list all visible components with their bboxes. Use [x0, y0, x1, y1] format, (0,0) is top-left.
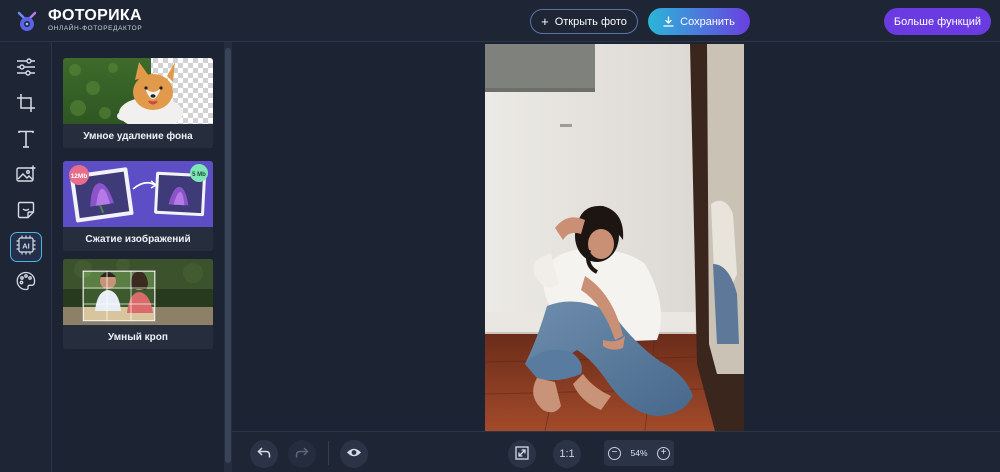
actual-size-button[interactable]: 1:1	[553, 440, 581, 468]
sticker-icon	[17, 201, 35, 224]
image-compression-preview: 12Mb 5 Mb	[63, 161, 213, 227]
zoom-out-icon: −	[611, 447, 618, 458]
image-add-icon	[16, 165, 36, 188]
svg-text:AI: AI	[22, 241, 30, 250]
redo-button[interactable]	[288, 440, 316, 468]
tool-ai[interactable]: AI	[10, 232, 42, 262]
zoom-value: 54%	[630, 448, 648, 458]
panel-scrollbar[interactable]	[224, 42, 232, 472]
tool-adjustments[interactable]	[10, 54, 42, 84]
zoom-in-button[interactable]: +	[656, 446, 670, 460]
eye-icon	[346, 447, 362, 461]
zoom-in-icon: +	[660, 447, 667, 458]
save-button[interactable]: Сохранить	[648, 8, 750, 35]
scrollbar-thumb[interactable]	[225, 48, 231, 463]
preview-button[interactable]	[340, 440, 368, 468]
card-label: Умный кроп	[63, 325, 213, 349]
tool-sticker[interactable]	[10, 197, 42, 227]
adjustments-icon	[16, 57, 36, 81]
more-features-button[interactable]: Больше функций	[884, 8, 991, 35]
card-label: Умное удаление фона	[63, 124, 213, 148]
tool-rail: AI	[0, 42, 52, 472]
background-removal-preview	[63, 58, 213, 124]
tool-crop[interactable]	[10, 90, 42, 120]
ai-tools-panel: Умное удаление фона 12Mb 5 Mb Сжатие изо…	[53, 42, 223, 472]
logo[interactable]: ФОТОРИКА ОНЛАЙН-ФОТОРЕДАКТОР	[16, 8, 142, 33]
more-features-label: Больше функций	[893, 15, 982, 28]
palette-icon	[16, 271, 36, 296]
logo-icon	[16, 10, 38, 32]
open-photo-button[interactable]: + Открыть фото	[530, 9, 638, 34]
undo-button[interactable]	[250, 440, 278, 468]
card-background-removal[interactable]: Умное удаление фона	[63, 58, 213, 148]
undo-icon	[257, 446, 271, 462]
after-size-badge: 5 Mb	[192, 172, 206, 178]
redo-icon	[295, 446, 309, 462]
download-icon	[663, 15, 674, 28]
toolbar-divider	[328, 441, 329, 465]
actual-size-label: 1:1	[559, 448, 575, 460]
card-smart-crop[interactable]: Умный кроп	[63, 259, 213, 349]
fit-to-screen-button[interactable]	[508, 440, 536, 468]
zoom-control: − 54% +	[604, 440, 674, 466]
text-icon	[17, 130, 35, 153]
open-photo-label: Открыть фото	[554, 15, 627, 28]
tool-image[interactable]	[10, 161, 42, 191]
logo-subtitle: ОНЛАЙН-ФОТОРЕДАКТОР	[48, 25, 143, 32]
plus-icon: +	[541, 14, 549, 29]
before-size-badge: 12Mb	[71, 173, 88, 180]
logo-title: ФОТОРИКА	[48, 7, 142, 24]
top-bar: ФОТОРИКА ОНЛАЙН-ФОТОРЕДАКТОР + Открыть ф…	[0, 0, 1000, 42]
tool-text[interactable]	[10, 126, 42, 156]
card-label: Сжатие изображений	[63, 227, 213, 251]
crop-icon	[16, 93, 36, 118]
zoom-out-button[interactable]: −	[608, 446, 621, 460]
edited-photo[interactable]	[485, 44, 744, 431]
editor-canvas[interactable]	[232, 42, 1000, 431]
ai-chip-icon: AI	[16, 235, 36, 260]
tool-effects[interactable]	[10, 268, 42, 298]
card-image-compression[interactable]: 12Mb 5 Mb Сжатие изображений	[63, 161, 213, 251]
save-label: Сохранить	[680, 15, 735, 28]
bottom-toolbar: 1:1 − 54% +	[232, 431, 1000, 472]
fit-screen-icon	[515, 445, 529, 463]
smart-crop-preview	[63, 259, 213, 325]
